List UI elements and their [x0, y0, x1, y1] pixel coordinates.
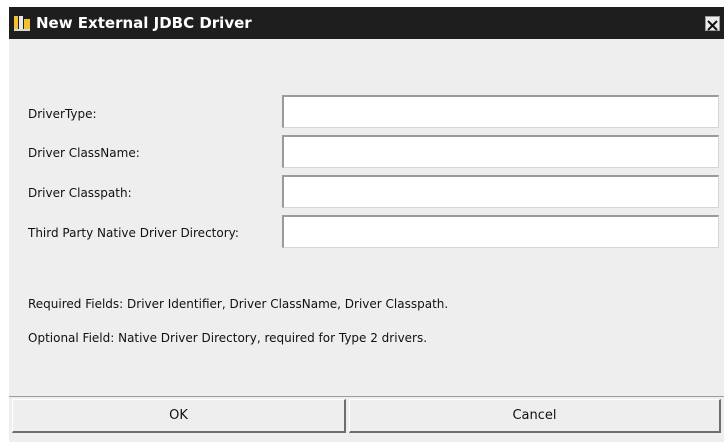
title-bar[interactable]: New External JDBC Driver: [9, 7, 724, 39]
required-fields-note: Required Fields: Driver Identifier, Driv…: [28, 297, 449, 311]
driver-classname-input[interactable]: [282, 135, 719, 168]
native-driver-directory-input[interactable]: [282, 215, 719, 248]
optional-field-note: Optional Field: Native Driver Directory,…: [28, 331, 428, 345]
close-icon: [707, 18, 718, 31]
new-external-jdbc-driver-dialog: New External JDBC Driver DriverType: Dri…: [9, 7, 724, 442]
driver-classpath-input[interactable]: [282, 175, 719, 208]
ok-button[interactable]: OK: [12, 399, 346, 433]
cancel-button[interactable]: Cancel: [349, 399, 721, 433]
jdbc-driver-icon: [13, 15, 31, 32]
driver-type-label: DriverType:: [28, 107, 97, 121]
close-button[interactable]: [705, 16, 720, 31]
window-title: New External JDBC Driver: [36, 14, 252, 32]
native-driver-directory-label: Third Party Native Driver Directory:: [28, 226, 239, 240]
footer-divider: [9, 396, 724, 397]
driver-type-input[interactable]: [282, 95, 719, 128]
driver-classname-label: Driver ClassName:: [28, 146, 140, 160]
driver-classpath-label: Driver Classpath:: [28, 186, 132, 200]
